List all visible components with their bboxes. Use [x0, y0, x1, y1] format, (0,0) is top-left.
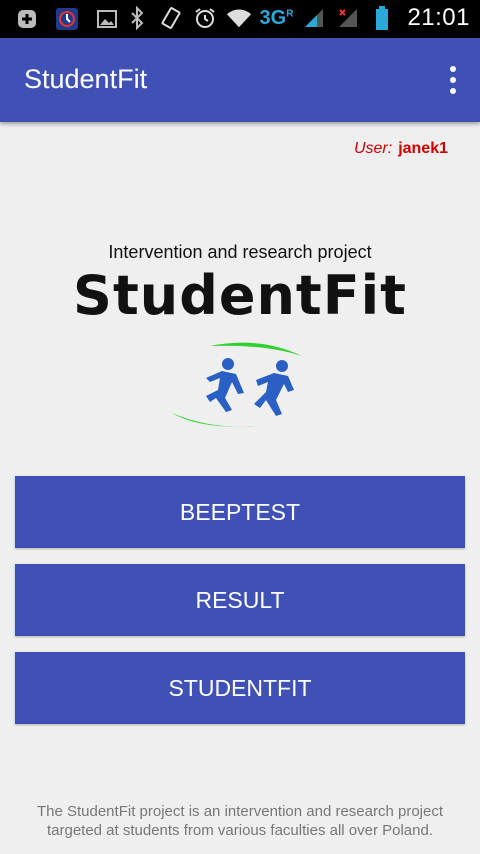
- project-tagline: Intervention and research project: [108, 242, 372, 262]
- network-type-label: 3GR: [259, 6, 294, 29]
- bluetooth-icon: [124, 5, 150, 31]
- studentfit-logo-text: StudentFit: [73, 264, 407, 327]
- more-vert-icon-dot: [450, 88, 456, 94]
- app-bar: StudentFit: [0, 38, 480, 122]
- vibrate-icon: [158, 5, 184, 31]
- signal-strength-icon: [301, 5, 327, 31]
- wifi-icon: [226, 5, 252, 31]
- alarm-icon: [192, 5, 218, 31]
- runners-logo-icon: [172, 342, 302, 427]
- more-vert-icon-dot: [450, 77, 456, 83]
- app-notification-icon: [54, 6, 80, 32]
- image-notification-icon: [94, 6, 120, 32]
- user-label: User:: [353, 140, 393, 157]
- studentfit-button[interactable]: STUDENTFIT: [15, 652, 465, 724]
- clock: 21:01: [407, 4, 470, 31]
- project-description: The StudentFit project is an interventio…: [36, 803, 444, 839]
- battery-icon: [369, 5, 395, 31]
- user-name: janek1: [398, 140, 448, 157]
- status-bar-notifications: [14, 6, 120, 32]
- overflow-menu-button[interactable]: [446, 62, 460, 98]
- app-title: StudentFit: [24, 64, 148, 94]
- add-notification-icon: [14, 6, 40, 32]
- beeptest-button[interactable]: BEEPTEST: [15, 476, 465, 548]
- status-bar-system: 3GR 21:01: [124, 4, 470, 32]
- user-indicator: User: janek1: [354, 140, 448, 158]
- result-button[interactable]: RESULT: [15, 564, 465, 636]
- signal-strength-2-icon: [335, 5, 361, 31]
- more-vert-icon: [450, 66, 456, 72]
- status-bar: 3GR 21:01: [0, 0, 480, 38]
